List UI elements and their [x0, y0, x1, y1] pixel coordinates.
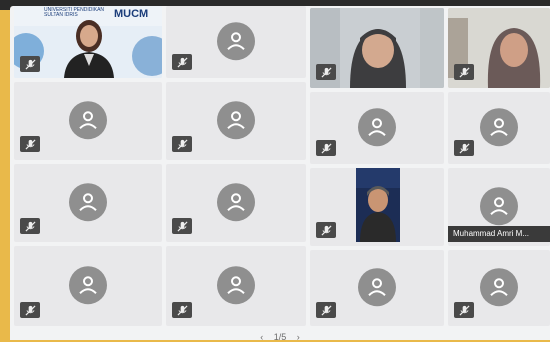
- participant-tile-16[interactable]: [448, 250, 550, 326]
- user-avatar-icon: [358, 108, 396, 147]
- participant-tile-13[interactable]: [14, 246, 162, 326]
- mic-muted-icon: [172, 218, 192, 234]
- mic-muted-icon: [20, 218, 40, 234]
- banner-text: UNIVERSITI PENDIDIKAN SULTAN IDRIS: [44, 7, 105, 18]
- participant-tile-6[interactable]: [166, 82, 306, 160]
- user-avatar-icon: [217, 183, 255, 222]
- participant-tile-14[interactable]: [166, 246, 306, 326]
- user-avatar-icon: [217, 22, 255, 61]
- user-avatar-icon: [480, 187, 518, 226]
- mic-muted-icon: [172, 302, 192, 318]
- mic-muted-icon: [454, 302, 474, 318]
- participant-tile-3[interactable]: [310, 8, 444, 88]
- participant-tile-15[interactable]: [310, 250, 444, 326]
- user-avatar-icon: [69, 183, 107, 222]
- participant-tile-11[interactable]: [310, 168, 444, 246]
- mic-muted-icon: [172, 136, 192, 152]
- mic-muted-icon: [20, 136, 40, 152]
- participant-tile-2[interactable]: [166, 6, 306, 78]
- user-avatar-icon: [69, 101, 107, 140]
- page-indicator: 1/5: [273, 332, 287, 342]
- participant-tile-1[interactable]: UNIVERSITI PENDIDIKAN SULTAN IDRIS MUCM: [14, 6, 162, 78]
- participant-tile-4[interactable]: [448, 8, 550, 88]
- mic-muted-icon: [316, 140, 336, 156]
- user-avatar-icon: [217, 266, 255, 305]
- next-page-button[interactable]: ›: [297, 332, 300, 342]
- mic-muted-icon: [20, 302, 40, 318]
- participant-tile-5[interactable]: [14, 82, 162, 160]
- mic-muted-icon: [316, 302, 336, 318]
- user-avatar-icon: [358, 268, 396, 307]
- user-avatar-icon: [480, 108, 518, 147]
- prev-page-button[interactable]: ‹: [260, 332, 263, 342]
- participant-tile-9[interactable]: [14, 164, 162, 242]
- participant-tile-7[interactable]: [310, 92, 444, 164]
- mic-muted-icon: [316, 222, 336, 238]
- mic-muted-icon: [454, 140, 474, 156]
- pagination: ‹ 1/5 ›: [10, 332, 550, 342]
- user-avatar-icon: [69, 266, 107, 305]
- participant-tile-8[interactable]: [448, 92, 550, 164]
- mic-muted-icon: [20, 56, 40, 72]
- participant-tile-12[interactable]: Muhammad Amri M...: [448, 168, 550, 246]
- banner-logo: MUCM: [114, 8, 149, 20]
- mic-muted-icon: [316, 64, 336, 80]
- participant-tile-10[interactable]: [166, 164, 306, 242]
- user-avatar-icon: [217, 101, 255, 140]
- mic-muted-icon: [454, 64, 474, 80]
- mic-muted-icon: [172, 54, 192, 70]
- participant-video: [356, 168, 400, 242]
- video-grid-screen: UNIVERSITI PENDIDIKAN SULTAN IDRIS MUCM: [10, 6, 550, 342]
- user-avatar-icon: [480, 268, 518, 307]
- participant-name: Muhammad Amri M...: [448, 226, 550, 242]
